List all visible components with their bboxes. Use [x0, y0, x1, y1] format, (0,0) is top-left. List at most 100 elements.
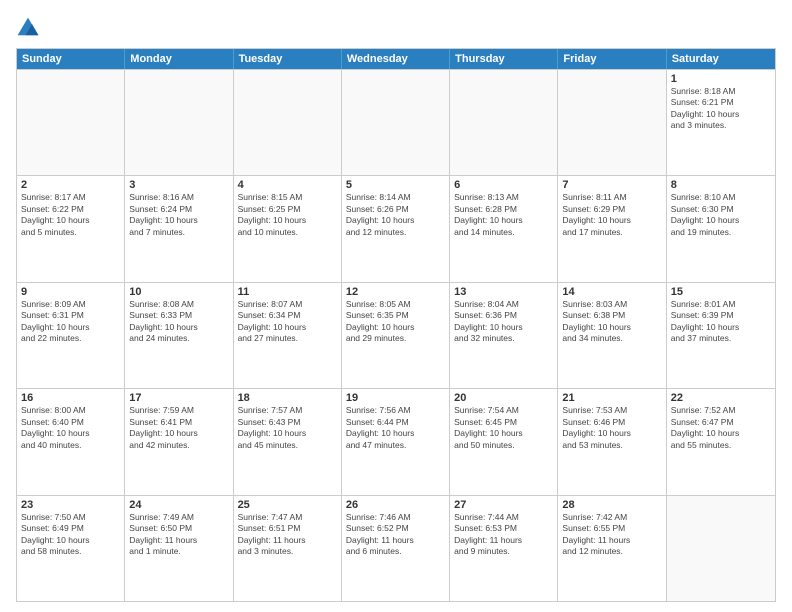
- calendar-row-1: 2Sunrise: 8:17 AM Sunset: 6:22 PM Daylig…: [17, 175, 775, 281]
- day-number: 6: [454, 179, 553, 191]
- day-number: 17: [129, 392, 228, 404]
- day-number: 19: [346, 392, 445, 404]
- day-cell-8: 8Sunrise: 8:10 AM Sunset: 6:30 PM Daylig…: [667, 176, 775, 281]
- day-info: Sunrise: 7:54 AM Sunset: 6:45 PM Dayligh…: [454, 405, 553, 451]
- day-cell-5: 5Sunrise: 8:14 AM Sunset: 6:26 PM Daylig…: [342, 176, 450, 281]
- day-cell-17: 17Sunrise: 7:59 AM Sunset: 6:41 PM Dayli…: [125, 389, 233, 494]
- day-info: Sunrise: 8:00 AM Sunset: 6:40 PM Dayligh…: [21, 405, 120, 451]
- day-info: Sunrise: 8:10 AM Sunset: 6:30 PM Dayligh…: [671, 192, 771, 238]
- day-number: 28: [562, 499, 661, 511]
- day-info: Sunrise: 7:57 AM Sunset: 6:43 PM Dayligh…: [238, 405, 337, 451]
- day-cell-20: 20Sunrise: 7:54 AM Sunset: 6:45 PM Dayli…: [450, 389, 558, 494]
- day-cell-23: 23Sunrise: 7:50 AM Sunset: 6:49 PM Dayli…: [17, 496, 125, 601]
- day-cell-25: 25Sunrise: 7:47 AM Sunset: 6:51 PM Dayli…: [234, 496, 342, 601]
- empty-cell-4-6: [667, 496, 775, 601]
- day-number: 1: [671, 73, 771, 85]
- day-cell-10: 10Sunrise: 8:08 AM Sunset: 6:33 PM Dayli…: [125, 283, 233, 388]
- day-info: Sunrise: 8:14 AM Sunset: 6:26 PM Dayligh…: [346, 192, 445, 238]
- day-cell-24: 24Sunrise: 7:49 AM Sunset: 6:50 PM Dayli…: [125, 496, 233, 601]
- header-day-friday: Friday: [558, 49, 666, 69]
- day-number: 23: [21, 499, 120, 511]
- day-info: Sunrise: 8:01 AM Sunset: 6:39 PM Dayligh…: [671, 299, 771, 345]
- calendar-row-2: 9Sunrise: 8:09 AM Sunset: 6:31 PM Daylig…: [17, 282, 775, 388]
- day-cell-27: 27Sunrise: 7:44 AM Sunset: 6:53 PM Dayli…: [450, 496, 558, 601]
- day-number: 10: [129, 286, 228, 298]
- day-cell-12: 12Sunrise: 8:05 AM Sunset: 6:35 PM Dayli…: [342, 283, 450, 388]
- day-info: Sunrise: 7:46 AM Sunset: 6:52 PM Dayligh…: [346, 512, 445, 558]
- day-info: Sunrise: 8:08 AM Sunset: 6:33 PM Dayligh…: [129, 299, 228, 345]
- day-info: Sunrise: 8:09 AM Sunset: 6:31 PM Dayligh…: [21, 299, 120, 345]
- day-cell-4: 4Sunrise: 8:15 AM Sunset: 6:25 PM Daylig…: [234, 176, 342, 281]
- empty-cell-0-2: [234, 70, 342, 175]
- day-cell-18: 18Sunrise: 7:57 AM Sunset: 6:43 PM Dayli…: [234, 389, 342, 494]
- day-info: Sunrise: 7:42 AM Sunset: 6:55 PM Dayligh…: [562, 512, 661, 558]
- day-cell-21: 21Sunrise: 7:53 AM Sunset: 6:46 PM Dayli…: [558, 389, 666, 494]
- day-cell-7: 7Sunrise: 8:11 AM Sunset: 6:29 PM Daylig…: [558, 176, 666, 281]
- day-number: 15: [671, 286, 771, 298]
- day-info: Sunrise: 7:56 AM Sunset: 6:44 PM Dayligh…: [346, 405, 445, 451]
- calendar-header: SundayMondayTuesdayWednesdayThursdayFrid…: [17, 49, 775, 69]
- calendar-body: 1Sunrise: 8:18 AM Sunset: 6:21 PM Daylig…: [17, 69, 775, 601]
- empty-cell-0-3: [342, 70, 450, 175]
- calendar-row-0: 1Sunrise: 8:18 AM Sunset: 6:21 PM Daylig…: [17, 69, 775, 175]
- day-cell-1: 1Sunrise: 8:18 AM Sunset: 6:21 PM Daylig…: [667, 70, 775, 175]
- header-day-thursday: Thursday: [450, 49, 558, 69]
- day-cell-3: 3Sunrise: 8:16 AM Sunset: 6:24 PM Daylig…: [125, 176, 233, 281]
- day-cell-19: 19Sunrise: 7:56 AM Sunset: 6:44 PM Dayli…: [342, 389, 450, 494]
- day-info: Sunrise: 7:50 AM Sunset: 6:49 PM Dayligh…: [21, 512, 120, 558]
- empty-cell-0-0: [17, 70, 125, 175]
- day-info: Sunrise: 8:04 AM Sunset: 6:36 PM Dayligh…: [454, 299, 553, 345]
- day-info: Sunrise: 8:16 AM Sunset: 6:24 PM Dayligh…: [129, 192, 228, 238]
- day-number: 7: [562, 179, 661, 191]
- day-number: 16: [21, 392, 120, 404]
- day-info: Sunrise: 7:52 AM Sunset: 6:47 PM Dayligh…: [671, 405, 771, 451]
- day-number: 12: [346, 286, 445, 298]
- day-cell-9: 9Sunrise: 8:09 AM Sunset: 6:31 PM Daylig…: [17, 283, 125, 388]
- empty-cell-0-4: [450, 70, 558, 175]
- day-info: Sunrise: 7:44 AM Sunset: 6:53 PM Dayligh…: [454, 512, 553, 558]
- calendar-row-3: 16Sunrise: 8:00 AM Sunset: 6:40 PM Dayli…: [17, 388, 775, 494]
- day-info: Sunrise: 8:03 AM Sunset: 6:38 PM Dayligh…: [562, 299, 661, 345]
- day-info: Sunrise: 8:07 AM Sunset: 6:34 PM Dayligh…: [238, 299, 337, 345]
- header-day-saturday: Saturday: [667, 49, 775, 69]
- day-number: 27: [454, 499, 553, 511]
- header-day-monday: Monday: [125, 49, 233, 69]
- day-number: 26: [346, 499, 445, 511]
- day-info: Sunrise: 7:47 AM Sunset: 6:51 PM Dayligh…: [238, 512, 337, 558]
- day-info: Sunrise: 8:17 AM Sunset: 6:22 PM Dayligh…: [21, 192, 120, 238]
- day-cell-2: 2Sunrise: 8:17 AM Sunset: 6:22 PM Daylig…: [17, 176, 125, 281]
- day-number: 18: [238, 392, 337, 404]
- empty-cell-0-1: [125, 70, 233, 175]
- day-info: Sunrise: 8:11 AM Sunset: 6:29 PM Dayligh…: [562, 192, 661, 238]
- day-info: Sunrise: 8:18 AM Sunset: 6:21 PM Dayligh…: [671, 86, 771, 132]
- day-number: 13: [454, 286, 553, 298]
- day-number: 20: [454, 392, 553, 404]
- day-cell-22: 22Sunrise: 7:52 AM Sunset: 6:47 PM Dayli…: [667, 389, 775, 494]
- day-info: Sunrise: 7:53 AM Sunset: 6:46 PM Dayligh…: [562, 405, 661, 451]
- day-number: 4: [238, 179, 337, 191]
- day-cell-15: 15Sunrise: 8:01 AM Sunset: 6:39 PM Dayli…: [667, 283, 775, 388]
- day-number: 24: [129, 499, 228, 511]
- day-number: 2: [21, 179, 120, 191]
- day-cell-14: 14Sunrise: 8:03 AM Sunset: 6:38 PM Dayli…: [558, 283, 666, 388]
- day-number: 14: [562, 286, 661, 298]
- day-info: Sunrise: 7:49 AM Sunset: 6:50 PM Dayligh…: [129, 512, 228, 558]
- header-day-wednesday: Wednesday: [342, 49, 450, 69]
- logo-icon: [16, 16, 40, 40]
- day-cell-11: 11Sunrise: 8:07 AM Sunset: 6:34 PM Dayli…: [234, 283, 342, 388]
- calendar: SundayMondayTuesdayWednesdayThursdayFrid…: [16, 48, 776, 602]
- day-number: 11: [238, 286, 337, 298]
- day-number: 9: [21, 286, 120, 298]
- day-cell-28: 28Sunrise: 7:42 AM Sunset: 6:55 PM Dayli…: [558, 496, 666, 601]
- day-number: 21: [562, 392, 661, 404]
- header-day-tuesday: Tuesday: [234, 49, 342, 69]
- header-day-sunday: Sunday: [17, 49, 125, 69]
- day-cell-26: 26Sunrise: 7:46 AM Sunset: 6:52 PM Dayli…: [342, 496, 450, 601]
- logo: [16, 16, 42, 40]
- empty-cell-0-5: [558, 70, 666, 175]
- day-info: Sunrise: 8:05 AM Sunset: 6:35 PM Dayligh…: [346, 299, 445, 345]
- day-number: 25: [238, 499, 337, 511]
- day-number: 3: [129, 179, 228, 191]
- day-info: Sunrise: 8:15 AM Sunset: 6:25 PM Dayligh…: [238, 192, 337, 238]
- day-info: Sunrise: 8:13 AM Sunset: 6:28 PM Dayligh…: [454, 192, 553, 238]
